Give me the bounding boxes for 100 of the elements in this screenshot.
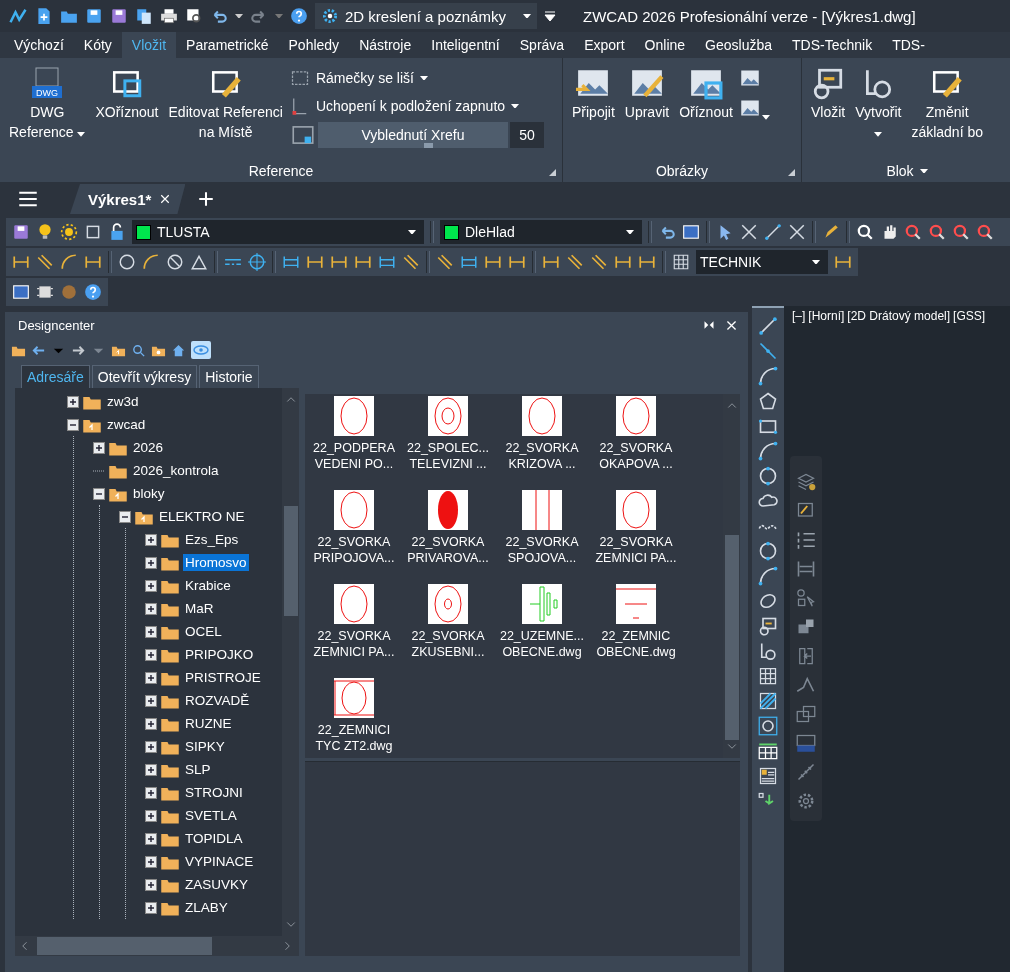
panel-launcher-icon[interactable]	[549, 169, 556, 176]
new-file-icon[interactable]	[35, 7, 53, 25]
expand-icon[interactable]	[93, 441, 105, 454]
dimension-icon[interactable]	[590, 253, 608, 271]
dimension-icon[interactable]	[84, 253, 102, 271]
text-block-icon[interactable]	[758, 766, 778, 786]
zoom-icon[interactable]	[856, 223, 874, 241]
zoom-icon[interactable]	[976, 223, 994, 241]
arc-icon[interactable]	[60, 253, 78, 271]
workspace-dropdown[interactable]: 2D kreslení a poznámky	[315, 3, 537, 29]
collapse-icon[interactable]	[119, 510, 131, 523]
printer-icon[interactable]	[160, 7, 178, 25]
expand-icon[interactable]	[145, 740, 157, 753]
ribbon-button[interactable]: Vytvořit	[852, 64, 905, 160]
block-thumbnail[interactable]	[428, 584, 468, 624]
scroll-thumb[interactable]	[724, 535, 739, 740]
block-thumbnail[interactable]	[522, 396, 562, 436]
image-icon[interactable]	[739, 98, 760, 118]
ribbon-button[interactable]: DWG DWG Reference	[6, 64, 89, 160]
expand-icon[interactable]	[67, 395, 79, 408]
expand-icon[interactable]	[145, 763, 157, 776]
dimension-icon[interactable]	[402, 253, 420, 271]
block-name[interactable]: 22_SVORKA SPOJOVA...	[505, 534, 579, 566]
expand-icon[interactable]	[145, 717, 157, 730]
tree-item[interactable]: SLP	[183, 761, 213, 778]
block-name[interactable]: 22_UZEMNE... OBECNE.dwg	[499, 628, 585, 660]
trim-icon[interactable]	[788, 223, 806, 241]
block-name[interactable]: 22_ZEMNIC OBECNE.dwg	[596, 628, 676, 660]
scroll-thumb[interactable]	[37, 937, 212, 955]
angle-icon[interactable]	[190, 253, 208, 271]
hatch-icon[interactable]	[758, 691, 778, 711]
ribbon-button[interactable]: Připojit	[569, 64, 618, 160]
expand-icon[interactable]	[145, 832, 157, 845]
tree-item[interactable]: SIPKY	[183, 738, 227, 755]
ribbon-button[interactable]: Oříznout	[676, 64, 736, 160]
ribbon-tab[interactable]: Online	[634, 32, 696, 58]
pentagon-icon[interactable]	[758, 391, 778, 411]
tree-item[interactable]: SVETLA	[183, 807, 239, 824]
tree-item[interactable]: ROZVADĚ	[183, 692, 252, 709]
tree-item[interactable]: 2026	[131, 439, 166, 456]
expand-icon[interactable]	[145, 556, 157, 569]
block-thumbnail[interactable]	[428, 396, 468, 436]
block-thumbnail[interactable]	[616, 490, 656, 530]
line-icon[interactable]	[758, 316, 778, 336]
circle-icon[interactable]	[118, 253, 136, 271]
viewports-icon[interactable]	[796, 704, 816, 724]
arc-icon[interactable]	[758, 366, 778, 386]
circle-icon[interactable]	[166, 253, 184, 271]
grid-icon[interactable]	[672, 253, 690, 271]
scroll-thumb[interactable]	[283, 506, 298, 616]
expand-icon[interactable]	[145, 809, 157, 822]
table-icon[interactable]	[758, 741, 778, 761]
line-icon[interactable]	[764, 223, 782, 241]
block-insert-icon[interactable]	[758, 616, 778, 636]
block-name[interactable]: 22_SVORKA ZKUSEBNI...	[411, 628, 485, 660]
extract-icon[interactable]	[796, 646, 816, 666]
circle-icon[interactable]	[758, 466, 778, 486]
logo-icon[interactable]	[8, 6, 28, 26]
tree-item[interactable]: zwcad	[105, 416, 148, 433]
tree-item[interactable]: VYPINACE	[183, 853, 256, 870]
gear-icon[interactable]	[796, 791, 816, 811]
collapse-icon[interactable]	[67, 418, 79, 431]
dimension-icon[interactable]	[796, 559, 816, 579]
tree-item[interactable]: Ezs_Eps	[183, 531, 241, 548]
block-thumbnail[interactable]	[334, 396, 374, 436]
scrollbar[interactable]	[15, 936, 299, 956]
panel-title[interactable]: Blok	[886, 163, 914, 179]
ribbon-tab[interactable]: Kóty	[73, 32, 122, 58]
tree-item[interactable]: ZLABY	[183, 899, 230, 916]
expand-icon[interactable]	[145, 671, 157, 684]
tab[interactable]: Adresáře	[21, 365, 90, 388]
arc-icon[interactable]	[758, 441, 778, 461]
tree-item[interactable]: OCEL	[183, 623, 224, 640]
fade-slider[interactable]: Vyblednutí Xrefu	[317, 122, 508, 148]
drawing-canvas[interactable]: [–] [Horní] [2D Drátový model] [GSS]	[784, 306, 1010, 972]
block-name[interactable]: 22_SVORKA ZEMNICI PA...	[313, 628, 395, 660]
lock-icon[interactable]	[108, 223, 126, 241]
frame-icon[interactable]	[84, 223, 102, 241]
tab[interactable]: Otevřít výkresy	[91, 365, 198, 388]
dimension-icon[interactable]	[306, 253, 324, 271]
quick-select-icon[interactable]	[796, 588, 816, 608]
tab[interactable]: Historie	[199, 365, 259, 388]
save-icon[interactable]	[110, 7, 128, 25]
block-thumbnail[interactable]	[522, 490, 562, 530]
block-thumbnail[interactable]	[616, 584, 656, 624]
home-icon[interactable]	[171, 342, 186, 358]
scrollbar[interactable]	[282, 388, 299, 936]
block-thumbnail[interactable]	[616, 396, 656, 436]
collapse-icon[interactable]	[93, 487, 105, 500]
pin-icon[interactable]	[703, 318, 715, 331]
logo-icon[interactable]	[12, 283, 30, 301]
ribbon-tab[interactable]: Geoslužba	[695, 32, 782, 58]
ribbon-button[interactable]: XOříznout	[92, 64, 162, 160]
magnifier-icon[interactable]	[185, 7, 203, 25]
dimension-icon[interactable]	[36, 253, 54, 271]
dimension-icon[interactable]	[484, 253, 502, 271]
layer-dropdown[interactable]: TLUSTA	[132, 220, 424, 244]
tree-item[interactable]: MaR	[183, 600, 216, 617]
viewport-control[interactable]: [2D Drátový model]	[847, 309, 951, 323]
dimension-icon[interactable]	[354, 253, 372, 271]
